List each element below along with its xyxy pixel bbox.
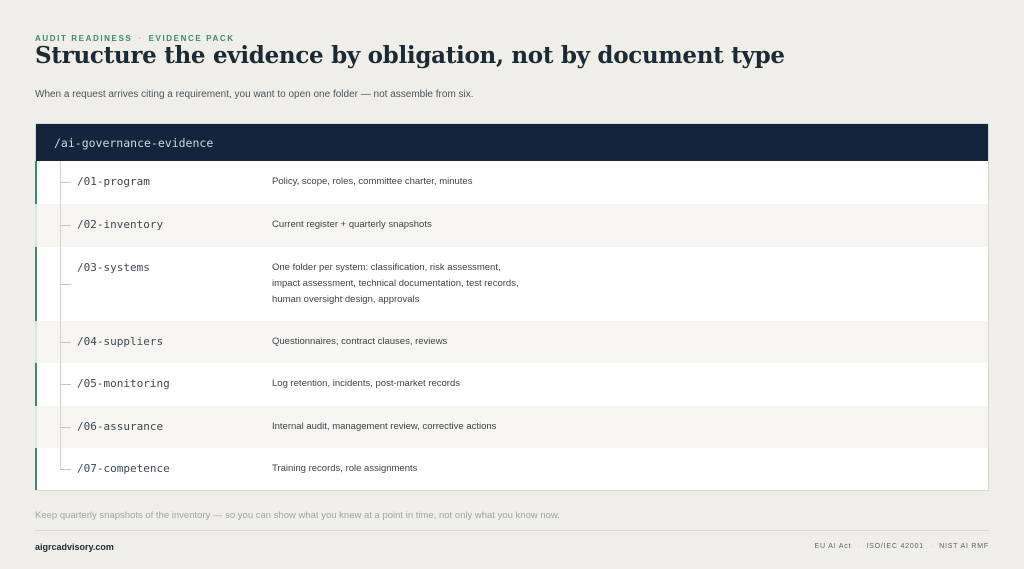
page-subtitle: When a request arrives citing a requirem… [35, 89, 474, 100]
folder-row-program[interactable]: /01-program Policy, scope, roles, commit… [35, 161, 988, 204]
folder-name: /05-monitoring [77, 377, 170, 390]
tree-tick [60, 284, 71, 285]
tree-tick [60, 427, 71, 428]
folder-row-monitoring[interactable]: /05-monitoring Log retention, incidents,… [35, 363, 988, 406]
folder-description: Training records, role assignments [272, 463, 418, 474]
framework-separator: · [857, 543, 861, 550]
description-line: One folder per system: classification, r… [272, 262, 501, 273]
framework-separator: · [929, 543, 934, 550]
accent-bar [35, 406, 37, 448]
folder-description: Internal audit, management review, corre… [272, 421, 497, 432]
tree-branch-line [60, 448, 61, 469]
framework-list: EU AI Act · ISO/IEC 42001 · NIST AI RMF [815, 543, 989, 550]
tree-tick [60, 225, 71, 226]
accent-bar [35, 321, 37, 363]
accent-bar [35, 247, 37, 321]
folder-name: /04-suppliers [77, 335, 164, 348]
footer-divider [35, 530, 989, 531]
folder-name: /02-inventory [77, 218, 164, 231]
folder-name: /06-assurance [77, 420, 164, 433]
folder-row-systems[interactable]: /03-systems One folder per system: class… [35, 247, 988, 321]
folder-description: Questionnaires, contract clauses, review… [272, 336, 448, 347]
accent-bar [35, 448, 37, 490]
framework-iso-42001: ISO/IEC 42001 [866, 543, 924, 550]
description-line: human oversight design, approvals [272, 294, 420, 305]
folder-name: /01-program [77, 175, 150, 188]
tree-root[interactable]: /ai-governance-evidence [36, 124, 988, 161]
framework-nist-ai-rmf: NIST AI RMF [939, 543, 989, 550]
tree-root-label: /ai-governance-evidence [54, 135, 214, 150]
folder-description: Policy, scope, roles, committee charter,… [272, 176, 473, 187]
tree-tick [60, 469, 71, 470]
accent-bar [35, 363, 37, 406]
footnote: Keep quarterly snapshots of the inventor… [35, 510, 560, 521]
framework-eu-ai-act: EU AI Act [814, 543, 852, 550]
tree-tick [60, 342, 71, 343]
description-line: impact assessment, technical documentati… [272, 278, 519, 289]
folder-row-inventory[interactable]: /02-inventory Current register + quarter… [35, 204, 988, 247]
accent-bar [35, 204, 37, 247]
folder-description: One folder per system: classification, r… [272, 260, 519, 308]
folder-tree: /ai-governance-evidence /01-program Poli… [35, 123, 989, 491]
site-link[interactable]: aigrcadvisory.com [35, 542, 114, 552]
folder-description: Current register + quarterly snapshots [272, 219, 432, 230]
folder-name: /03-systems [77, 261, 150, 274]
tree-tick [60, 182, 71, 183]
folder-description: Log retention, incidents, post-market re… [272, 378, 460, 389]
folder-name: /07-competence [77, 462, 170, 475]
accent-bar [35, 161, 37, 204]
page-title: Structure the evidence by obligation, no… [35, 42, 785, 69]
folder-row-assurance[interactable]: /06-assurance Internal audit, management… [35, 406, 988, 448]
tree-tick [60, 384, 71, 385]
folder-row-suppliers[interactable]: /04-suppliers Questionnaires, contract c… [35, 321, 988, 363]
folder-row-competence[interactable]: /07-competence Training records, role as… [35, 448, 988, 490]
